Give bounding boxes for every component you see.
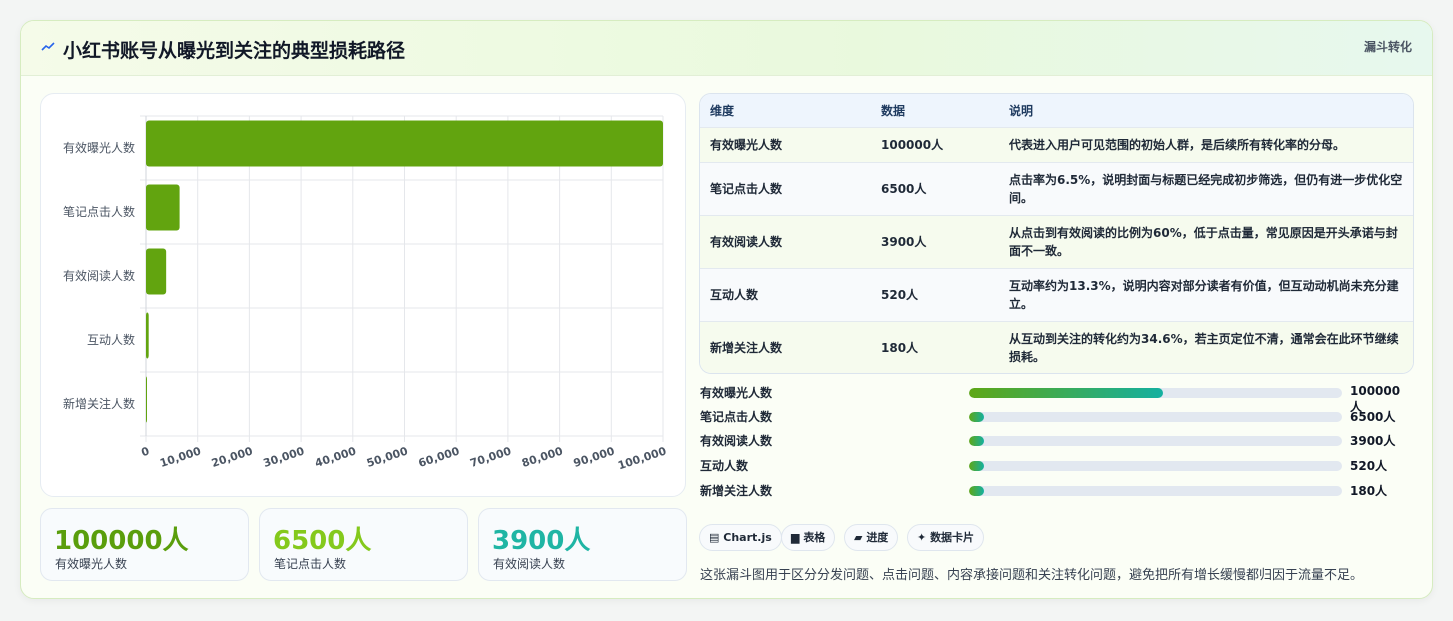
- x-tick-label: 40,000: [313, 444, 358, 470]
- footnote: 这张漏斗图用于区分分发问题、点击问题、内容承接问题和关注转化问题，避免把所有增长…: [700, 568, 1364, 583]
- progress-track: [969, 412, 1342, 422]
- table-cell-description: 点击率为6.5%，说明封面与标题已经完成初步筛选，但仍有进一步优化空间。: [1009, 172, 1403, 205]
- chip-label: Chart.js: [723, 531, 772, 544]
- bar: [146, 120, 663, 167]
- progress-fill: [969, 461, 984, 471]
- table-cell-dimension: 新增关注人数: [710, 340, 783, 355]
- x-tick-label: 30,000: [262, 444, 307, 470]
- x-tick-label: 60,000: [417, 444, 462, 470]
- table-cell-dimension: 互动人数: [710, 287, 759, 302]
- category-label: 有效阅读人数: [63, 268, 135, 283]
- category-label: 有效曝光人数: [63, 140, 135, 155]
- stat-card-reads: 3900人 有效阅读人数: [478, 508, 687, 581]
- table-cell-description: 从点击到有效阅读的比例为60%，低于点击量，常见原因是开头承诺与封面不一致。: [1009, 225, 1398, 258]
- progress-row-reads: 有效阅读人数 3900人: [700, 432, 1410, 450]
- stat-label: 有效曝光人数: [55, 557, 128, 571]
- category-label: 互动人数: [87, 332, 135, 347]
- main-card: 小红书账号从曝光到关注的典型损耗路径 漏斗转化 有效曝光人数 笔记点击人数 有效阅读…: [20, 20, 1433, 599]
- trend-icon: [41, 42, 55, 51]
- bar: [146, 248, 167, 295]
- progress-label: 新增关注人数: [700, 484, 773, 498]
- progress-label: 有效阅读人数: [700, 434, 773, 448]
- chip-chartjs[interactable]: ▤ Chart.js: [699, 524, 782, 551]
- data-table: 维度 数据 说明 有效曝光人数 100000人 代表进入用户可见范围的初始人群，…: [699, 93, 1414, 374]
- progress-row-follows: 新增关注人数 180人: [700, 482, 1410, 500]
- x-tick-label: 50,000: [365, 444, 410, 470]
- chart-icon: ▤: [709, 531, 720, 544]
- table-cell-data: 520人: [881, 287, 919, 302]
- table-cell-data: 100000人: [881, 137, 944, 152]
- chip-data-cards[interactable]: ✦ 数据卡片: [907, 524, 985, 551]
- column-header-data: 数据: [881, 103, 906, 118]
- table-cell-dimension: 有效阅读人数: [710, 234, 783, 249]
- column-header-description: 说明: [1009, 103, 1034, 118]
- bar: [146, 312, 149, 359]
- progress-row-interactions: 互动人数 520人: [700, 457, 1410, 475]
- table-cell-dimension: 有效曝光人数: [710, 137, 783, 152]
- progress-value: 180人: [1350, 484, 1388, 498]
- progress-track: [969, 436, 1342, 446]
- progress-track: [969, 388, 1342, 398]
- page-title: 小红书账号从曝光到关注的典型损耗路径: [63, 40, 406, 62]
- chip-progress[interactable]: ▰ 进度: [844, 524, 899, 551]
- category-label: 笔记点击人数: [63, 204, 135, 219]
- table-cell-description: 代表进入用户可见范围的初始人群，是后续所有转化率的分母。: [1009, 137, 1346, 152]
- x-tick-label: 0: [140, 444, 152, 459]
- progress-label: 有效曝光人数: [700, 386, 773, 400]
- progress-label: 笔记点击人数: [700, 410, 773, 424]
- progress-track: [969, 461, 1342, 471]
- progress-value: 6500人: [1350, 410, 1396, 424]
- progress-value: 520人: [1350, 459, 1388, 473]
- progress-icon: ▰: [854, 531, 863, 544]
- x-tick-label: 100,000: [616, 444, 668, 472]
- progress-fill: [969, 436, 984, 446]
- x-tick-label: 90,000: [572, 444, 617, 470]
- table-header-row: 维度 数据 说明: [700, 94, 1413, 127]
- x-tick-label: 70,000: [468, 444, 513, 470]
- category-label: 新增关注人数: [63, 396, 135, 411]
- x-tick-label: 10,000: [158, 444, 203, 470]
- chip-label: 进度: [866, 531, 889, 544]
- progress-fill: [969, 412, 984, 422]
- stat-label: 有效阅读人数: [493, 557, 566, 571]
- table-cell-dimension: 笔记点击人数: [710, 181, 783, 196]
- progress-track: [969, 486, 1342, 496]
- progress-row-exposure: 有效曝光人数 100000人: [700, 384, 1410, 414]
- sparkle-icon: ✦: [917, 531, 927, 544]
- progress-fill: [969, 388, 1163, 398]
- chip-label: 数据卡片: [930, 531, 975, 544]
- progress-row-clicks: 笔记点击人数 6500人: [700, 408, 1410, 426]
- chip-table[interactable]: ▆ 表格: [781, 524, 836, 551]
- progress-value: 3900人: [1350, 434, 1396, 448]
- stat-label: 笔记点击人数: [274, 557, 347, 571]
- stat-card-exposure: 100000人 有效曝光人数: [40, 508, 249, 581]
- table-cell-data: 3900人: [881, 234, 927, 249]
- funnel-tag: 漏斗转化: [1363, 40, 1412, 54]
- stat-value: 3900人: [492, 526, 591, 556]
- table-cell-data: 6500人: [881, 181, 927, 196]
- table-row: 互动人数 520人 互动率约为13.3%，说明内容对部分读者有价值，但互动动机尚…: [700, 268, 1413, 321]
- table-cell-description: 互动率约为13.3%，说明内容对部分读者有价值，但互动动机尚未充分建立。: [1009, 278, 1399, 311]
- bar-chart: 有效曝光人数 笔记点击人数 有效阅读人数互动人数新增关注人数 0 10,000 20,00…: [40, 93, 686, 497]
- progress-fill: [969, 486, 984, 496]
- table-icon: ▆: [791, 531, 800, 544]
- table-row: 有效曝光人数 100000人 代表进入用户可见范围的初始人群，是后续所有转化率的…: [700, 127, 1413, 162]
- header: 小红书账号从曝光到关注的典型损耗路径 漏斗转化: [21, 21, 1432, 76]
- bar: [146, 376, 147, 423]
- progress-label: 互动人数: [700, 459, 749, 473]
- chip-label: 表格: [803, 531, 826, 544]
- table-row: 有效阅读人数 3900人 从点击到有效阅读的比例为60%，低于点击量，常见原因是…: [700, 215, 1413, 268]
- x-tick-label: 80,000: [520, 444, 565, 470]
- bar-chart-svg: 有效曝光人数笔记点击人数有效阅读人数互动人数新增关注人数 0 10,000 20,00…: [63, 115, 668, 472]
- x-tick-label: 20,000: [210, 444, 255, 470]
- stat-value: 6500人: [273, 526, 372, 556]
- bar: [146, 184, 180, 231]
- table-row: 新增关注人数 180人 从互动到关注的转化约为34.6%，若主页定位不清，通常会…: [700, 321, 1413, 373]
- table-cell-data: 180人: [881, 340, 919, 355]
- table-cell-description: 从互动到关注的转化约为34.6%，若主页定位不清，通常会在此环节继续损耗。: [1009, 331, 1399, 364]
- table-row: 笔记点击人数 6500人 点击率为6.5%，说明封面与标题已经完成初步筛选，但仍…: [700, 162, 1413, 215]
- stat-card-clicks: 6500人 笔记点击人数: [259, 508, 468, 581]
- stat-value: 100000人: [54, 526, 189, 556]
- column-header-dimension: 维度: [710, 103, 735, 118]
